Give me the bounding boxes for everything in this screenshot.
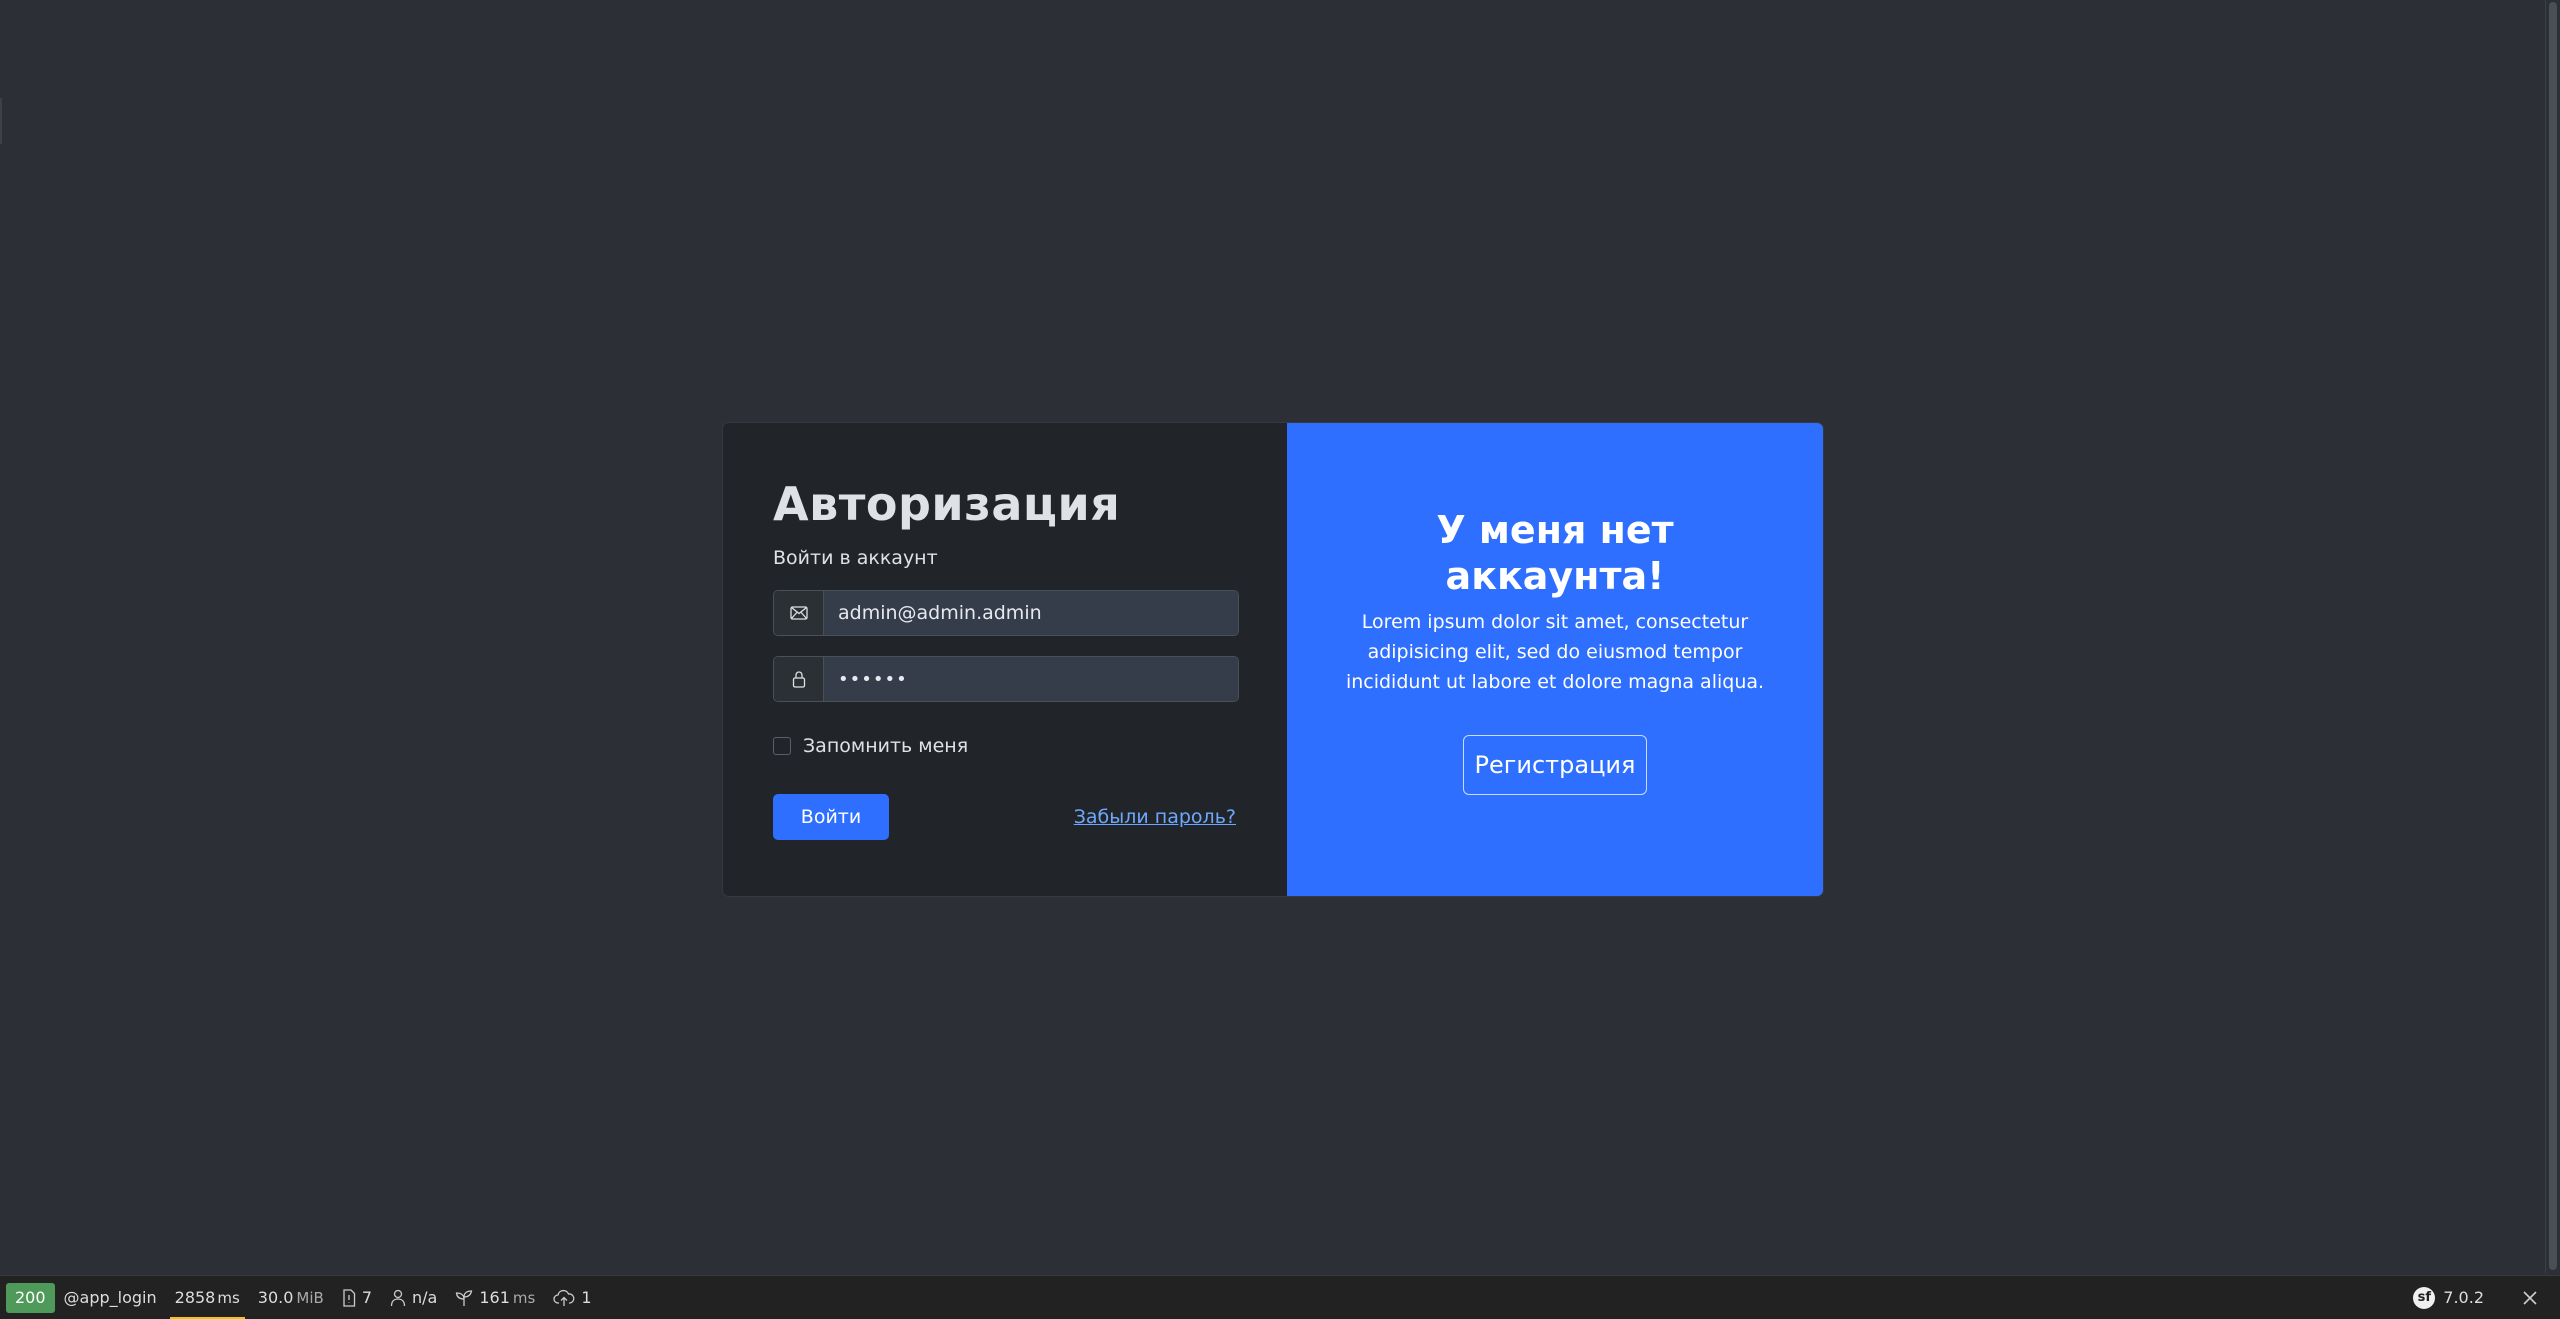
twig-item[interactable]: 161 ms — [446, 1276, 544, 1319]
email-input-group — [773, 590, 1239, 636]
user-value: n/a — [412, 1288, 438, 1307]
login-button[interactable]: Войти — [773, 794, 889, 840]
cloud-upload-icon — [553, 1289, 575, 1306]
register-title: У меня нет аккаунта! — [1436, 508, 1674, 598]
remember-me-label: Запомнить меня — [803, 735, 969, 757]
password-field[interactable] — [824, 657, 1238, 701]
forgot-password-link[interactable]: Забыли пароль? — [1074, 806, 1236, 828]
memory-value: 30.0 — [257, 1288, 294, 1307]
vertical-scrollbar[interactable] — [2545, 0, 2560, 1274]
log-file-icon — [343, 1288, 355, 1307]
scrollbar-thumb[interactable] — [2549, 2, 2557, 1270]
login-title: Авторизация — [773, 477, 1121, 531]
password-input-group — [773, 656, 1239, 702]
symfony-logo-icon: sf — [2413, 1286, 2436, 1309]
request-time-unit: ms — [217, 1288, 240, 1307]
logs-item[interactable]: 7 — [333, 1276, 381, 1319]
register-description: Lorem ipsum dolor sit amet, consectetur … — [1345, 611, 1765, 693]
register-button[interactable]: Регистрация — [1463, 735, 1647, 795]
memory-item[interactable]: 30.0 MiB — [249, 1276, 333, 1319]
user-item[interactable]: n/a — [381, 1276, 446, 1319]
logs-count: 7 — [361, 1288, 373, 1307]
memory-unit: MiB — [296, 1288, 324, 1307]
twig-time-unit: ms — [512, 1288, 536, 1307]
http-requests-count: 1 — [581, 1288, 592, 1307]
request-time-item[interactable]: 2858 ms — [166, 1276, 249, 1319]
symfony-version[interactable]: 7.0.2 — [2443, 1288, 2484, 1307]
http-client-item[interactable]: 1 — [544, 1276, 600, 1319]
debug-toolbar: 200 @app_login 2858 ms 30.0 MiB 7 n/a 16… — [0, 1275, 2560, 1319]
twig-time-value: 161 — [479, 1288, 510, 1307]
route-item[interactable]: @app_login — [55, 1276, 166, 1319]
login-subtitle: Войти в аккаунт — [773, 547, 938, 569]
twig-icon — [456, 1289, 473, 1306]
email-field[interactable] — [824, 591, 1238, 635]
register-panel: У меня нет аккаунта! Lorem ipsum dolor s… — [1287, 423, 1823, 896]
user-icon — [390, 1289, 406, 1306]
remember-me-row[interactable]: Запомнить меня — [773, 734, 1239, 758]
toolbar-right: sf 7.0.2 — [2413, 1276, 2560, 1319]
auth-card: Авторизация Войти в аккаунт admin@admin.… — [723, 423, 1823, 896]
lock-icon — [774, 657, 824, 701]
route-name: @app_login — [63, 1288, 157, 1307]
page: Авторизация Войти в аккаунт admin@admin.… — [0, 0, 2560, 1319]
status-code-badge[interactable]: 200 — [6, 1282, 55, 1313]
envelope-icon — [774, 591, 824, 635]
login-form: Авторизация Войти в аккаунт admin@admin.… — [723, 423, 1287, 896]
remember-me-checkbox[interactable] — [773, 737, 791, 755]
login-actions: Войти Забыли пароль? — [773, 794, 1239, 840]
left-edge-mark — [0, 98, 2, 144]
close-icon[interactable] — [2508, 1276, 2552, 1319]
request-time-value: 2858 — [174, 1288, 216, 1307]
